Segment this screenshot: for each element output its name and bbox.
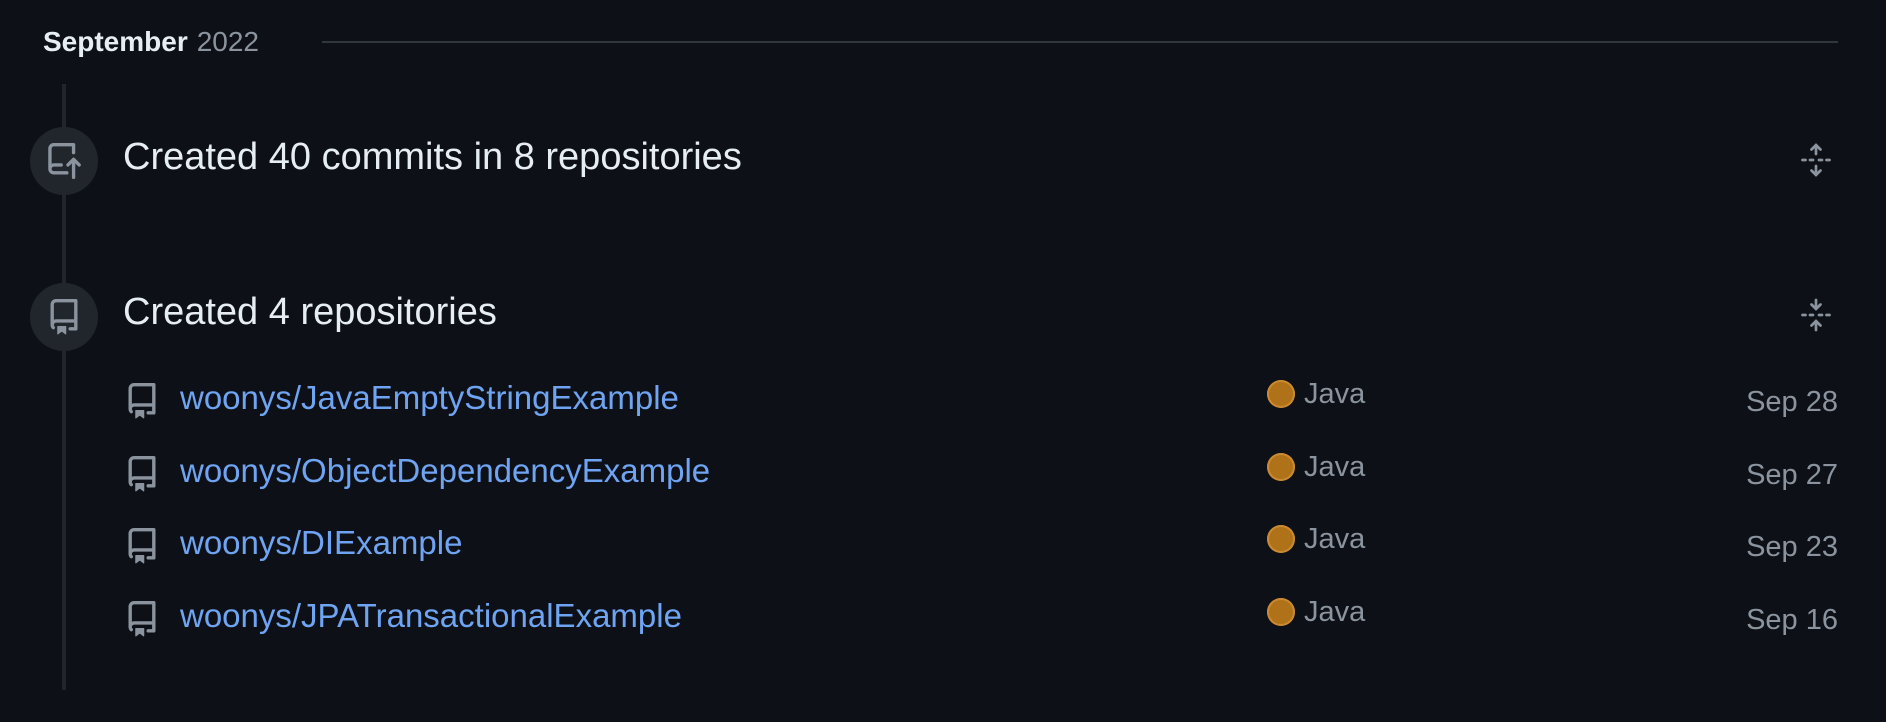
- language-name: Java: [1304, 595, 1366, 628]
- repo-icon: [128, 601, 156, 637]
- month-divider: [322, 41, 1838, 43]
- language-label: Java: [1267, 374, 1365, 414]
- repo-list-item: woonys/JavaEmptyStringExample Java Sep 2…: [124, 374, 1838, 422]
- repo-link[interactable]: woonys/JPATransactionalExample: [180, 596, 682, 636]
- section-title-commits: Created 40 commits in 8 repositories: [123, 136, 742, 178]
- repo-date: Sep 27: [1746, 459, 1838, 491]
- repo-list-item: woonys/DIExample Java Sep 23: [124, 519, 1838, 567]
- timeline-line: [62, 350, 66, 690]
- repo-link[interactable]: woonys/ObjectDependencyExample: [180, 451, 710, 491]
- section-title-repositories: Created 4 repositories: [123, 291, 497, 333]
- repo-icon: [128, 456, 156, 492]
- language-label: Java: [1267, 519, 1365, 559]
- repo-icon: [128, 528, 156, 564]
- repo-date: Sep 16: [1746, 604, 1838, 636]
- language-label: Java: [1267, 447, 1365, 487]
- repo-icon: [30, 283, 98, 351]
- language-color-dot: [1267, 525, 1295, 553]
- month-name: September: [43, 26, 188, 57]
- language-color-dot: [1267, 380, 1295, 408]
- language-name: Java: [1304, 450, 1366, 483]
- repo-date: Sep 23: [1746, 531, 1838, 563]
- repo-link[interactable]: woonys/JavaEmptyStringExample: [180, 378, 679, 418]
- collapse-button[interactable]: [1796, 295, 1836, 335]
- repo-push-icon: [30, 127, 98, 195]
- repo-icon: [128, 383, 156, 419]
- language-label: Java: [1267, 592, 1365, 632]
- unfold-icon: [1801, 143, 1831, 177]
- fold-icon: [1801, 298, 1831, 332]
- month-heading: September 2022: [43, 24, 259, 60]
- language-name: Java: [1304, 377, 1366, 410]
- language-color-dot: [1267, 598, 1295, 626]
- repo-link[interactable]: woonys/DIExample: [180, 523, 462, 563]
- expand-button[interactable]: [1796, 140, 1836, 180]
- repo-list-item: woonys/ObjectDependencyExample Java Sep …: [124, 447, 1838, 495]
- timeline-line: [62, 194, 66, 284]
- repo-date: Sep 28: [1746, 386, 1838, 418]
- repo-list-item: woonys/JPATransactionalExample Java Sep …: [124, 592, 1838, 640]
- language-color-dot: [1267, 453, 1295, 481]
- language-name: Java: [1304, 522, 1366, 555]
- month-year: 2022: [196, 26, 260, 57]
